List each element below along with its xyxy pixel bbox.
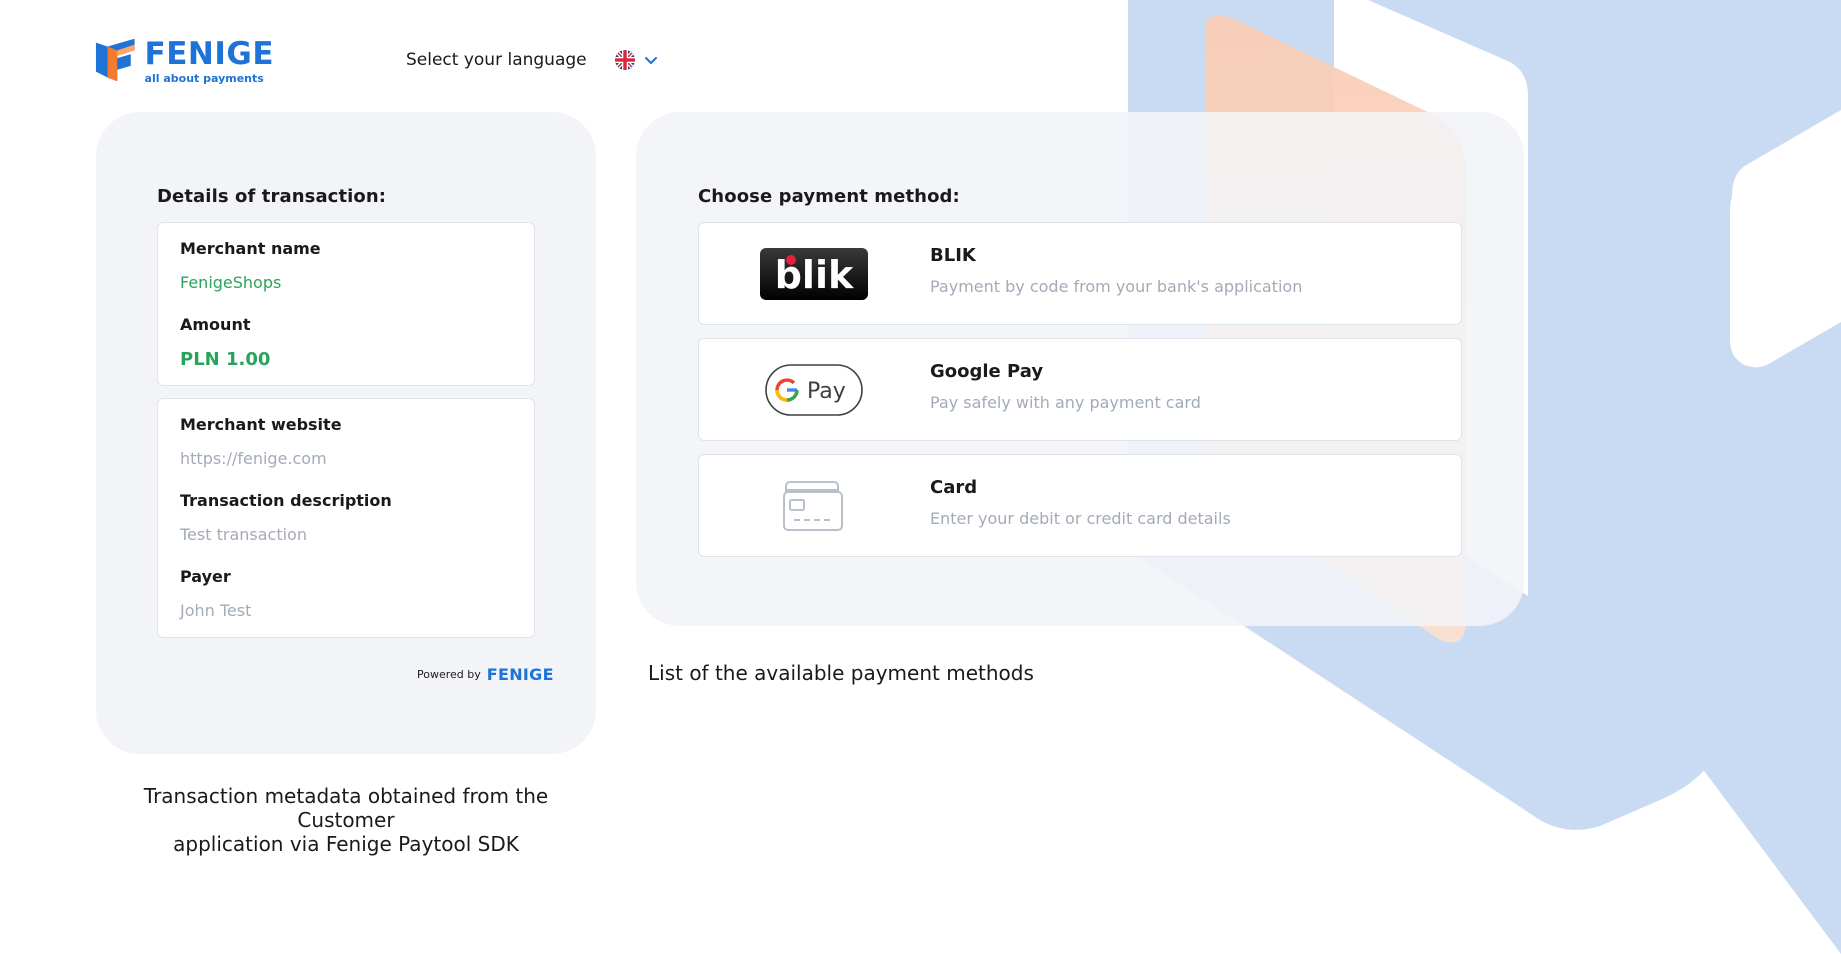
payment-method-name: Card [930,477,978,498]
caption-line: application via Fenige Paytool SDK [173,832,519,856]
logo-wordmark: FENIGE [144,35,274,72]
powered-by: Powered by FENIGE [417,665,554,684]
logo-tagline: all about payments [144,71,264,85]
payment-method-name: BLIK [930,245,976,266]
merchant-name-value: FenigeShops [180,273,282,292]
payment-method-card[interactable]: Card Enter your debit or credit card det… [698,454,1462,557]
amount-value: PLN 1.00 [180,349,271,370]
chevron-down-icon[interactable] [643,52,659,68]
transaction-details-title: Details of transaction: [157,186,387,207]
payer-value: John Test [180,601,252,620]
payment-method-description: Payment by code from your bank's applica… [930,277,1303,296]
powered-by-label: Powered by [417,668,481,681]
credit-card-icon [759,479,869,533]
blik-logo-icon: blik [759,247,869,301]
payment-method-description: Pay safely with any payment card [930,393,1201,412]
merchant-name-label: Merchant name [180,239,321,258]
payment-methods-title: Choose payment method: [698,186,960,207]
google-pay-logo-icon: Pay [759,363,869,417]
merchant-summary-card: Merchant name FenigeShops Amount PLN 1.0… [157,222,535,386]
merchant-website-label: Merchant website [180,415,342,434]
payment-methods-panel: Choose payment method: blik BLIK Payment… [636,112,1524,626]
payment-method-description: Enter your debit or credit card details [930,509,1231,528]
amount-label: Amount [180,315,251,334]
google-pay-logo-text: Pay [807,379,846,404]
transaction-description-value: Test transaction [180,525,307,544]
merchant-info-card: Merchant website https://fenige.com Tran… [157,398,535,638]
payment-methods-caption: List of the available payment methods [648,661,1034,685]
fenige-logo[interactable]: FENIGE all about payments [94,36,274,86]
uk-flag-icon[interactable] [614,50,635,70]
merchant-website-value: https://fenige.com [180,449,327,468]
caption-line: Transaction metadata obtained from the C… [143,784,549,832]
language-label: Select your language [406,50,587,70]
payer-label: Payer [180,567,231,586]
powered-by-brand: FENIGE [486,665,554,684]
transaction-details-panel: Details of transaction: Merchant name Fe… [96,112,596,754]
language-selector[interactable]: Select your language [406,50,659,70]
payment-method-google-pay[interactable]: Pay Google Pay Pay safely with any payme… [698,338,1462,441]
payment-method-blik[interactable]: blik BLIK Payment by code from your bank… [698,222,1462,325]
payment-method-name: Google Pay [930,361,1044,382]
transaction-description-label: Transaction description [180,491,392,510]
fenige-logo-icon [95,38,135,82]
transaction-metadata-caption: Transaction metadata obtained from the C… [96,784,596,856]
